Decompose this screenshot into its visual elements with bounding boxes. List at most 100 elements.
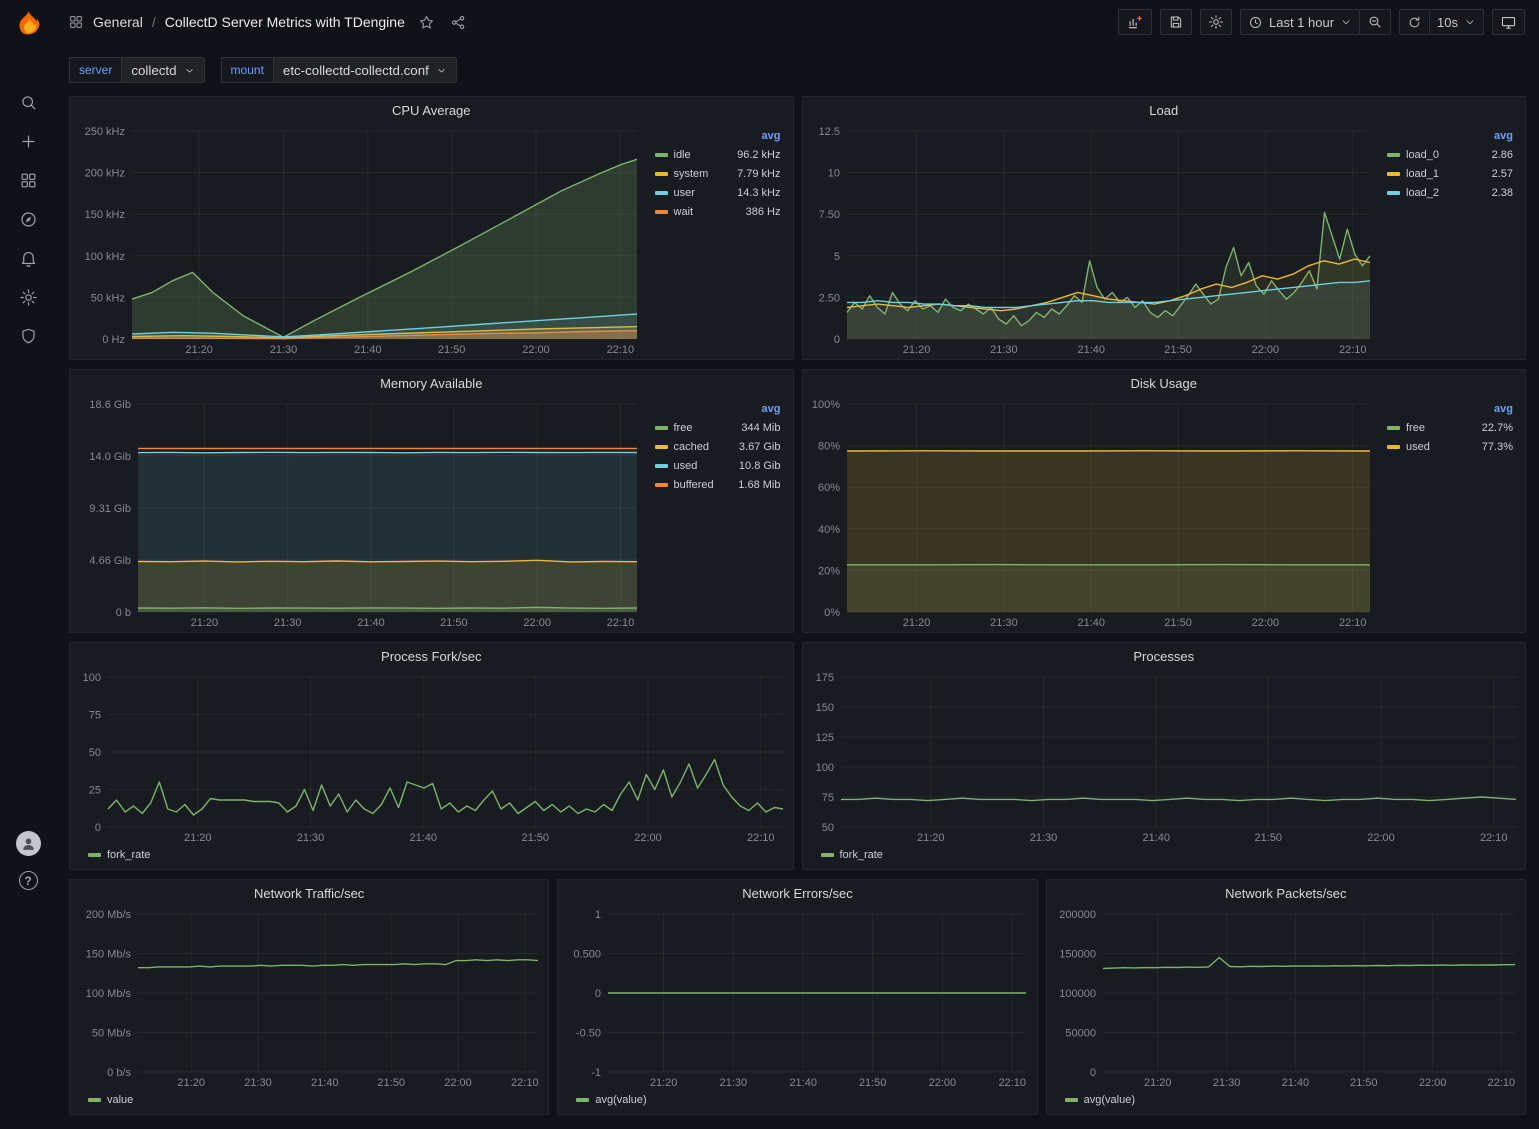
- sidebar-item-configuration[interactable]: [0, 278, 56, 317]
- chevron-down-icon: [1340, 16, 1352, 28]
- panel-title[interactable]: CPU Average: [70, 97, 793, 123]
- sidebar-item-create[interactable]: [0, 122, 56, 161]
- sidebar-item-search[interactable]: [0, 83, 56, 122]
- chart[interactable]: 21:2021:3021:4021:5022:0022:100500001000…: [1053, 906, 1521, 1090]
- legend-item-used[interactable]: used77.3%: [1387, 437, 1513, 456]
- series-swatch: [655, 172, 668, 176]
- legend-item-load_2[interactable]: load_22.38: [1387, 183, 1513, 202]
- panel-title[interactable]: Disk Usage: [803, 370, 1526, 396]
- sidebar-item-dashboards[interactable]: [0, 161, 56, 200]
- time-range-picker[interactable]: Last 1 hour: [1240, 9, 1360, 35]
- star-dashboard-button[interactable]: [416, 12, 437, 33]
- sidebar-item-help[interactable]: ?: [19, 871, 38, 890]
- legend-item-free[interactable]: free22.7%: [1387, 418, 1513, 437]
- legend-item-load_1[interactable]: load_12.57: [1387, 164, 1513, 183]
- series-swatch: [655, 426, 668, 430]
- dashboard-settings-button[interactable]: [1200, 9, 1232, 35]
- x-tick-label: 21:50: [377, 1077, 405, 1089]
- chart[interactable]: 21:2021:3021:4021:5022:0022:100 Hz50 kHz…: [76, 123, 643, 357]
- legend-item-free[interactable]: free344 Mib: [655, 418, 781, 437]
- sidebar-item-server-admin[interactable]: [0, 317, 56, 356]
- panel-network-packets: Network Packets/sec 21:2021:3021:4021:50…: [1046, 879, 1526, 1115]
- legend-item-buffered[interactable]: buffered1.68 Mib: [655, 475, 781, 494]
- variable-value-dropdown[interactable]: etc-collectd-collectd.conf: [273, 57, 457, 83]
- legend-item-used[interactable]: used10.8 Gib: [655, 456, 781, 475]
- legend-item-avg(value)[interactable]: avg(value): [1065, 1091, 1135, 1110]
- chart[interactable]: 21:2021:3021:4021:5022:0022:105075100125…: [809, 669, 1522, 845]
- share-dashboard-button[interactable]: [448, 12, 469, 33]
- legend-item-user[interactable]: user14.3 kHz: [655, 183, 781, 202]
- save-dashboard-button[interactable]: [1160, 9, 1192, 35]
- x-tick-label: 21:40: [1142, 832, 1170, 844]
- legend-item-cached[interactable]: cached3.67 Gib: [655, 437, 781, 456]
- chart[interactable]: 21:2021:3021:4021:5022:0022:100 b4.66 Gi…: [76, 396, 643, 630]
- breadcrumb-folder[interactable]: General: [93, 14, 143, 30]
- y-tick-label: 150 kHz: [85, 209, 125, 221]
- series-name: value: [107, 1094, 133, 1106]
- legend-item-wait[interactable]: wait386 Hz: [655, 202, 781, 221]
- chart-svg: 21:2021:3021:4021:5022:0022:100500001000…: [1053, 906, 1521, 1090]
- x-tick-label: 21:40: [1281, 1077, 1309, 1089]
- gear-icon: [19, 288, 38, 307]
- x-tick-label: 22:10: [1338, 344, 1366, 356]
- sidebar-item-alerting[interactable]: [0, 239, 56, 278]
- chart[interactable]: 21:2021:3021:4021:5022:0022:1002.5057.50…: [809, 123, 1376, 357]
- x-tick-label: 21:50: [522, 832, 550, 844]
- variable-mount: mount etc-collectd-collectd.conf: [221, 57, 457, 83]
- y-tick-label: 50000: [1065, 1028, 1096, 1040]
- legend-item-avg(value)[interactable]: avg(value): [576, 1091, 646, 1110]
- y-tick-label: 18.6 Gib: [89, 399, 131, 411]
- x-tick-label: 22:10: [1479, 832, 1507, 844]
- series-name: user: [674, 187, 695, 199]
- refresh-interval-label: 10s: [1437, 15, 1458, 30]
- legend-item-fork_rate[interactable]: fork_rate: [88, 846, 150, 865]
- chart[interactable]: 21:2021:3021:4021:5022:0022:10-1-0.5000.…: [564, 906, 1032, 1090]
- chart[interactable]: 21:2021:3021:4021:5022:0022:100 b/s50 Mb…: [76, 906, 544, 1090]
- x-tick-label: 21:40: [1077, 617, 1105, 629]
- sidebar-item-explore[interactable]: [0, 200, 56, 239]
- series-name: avg(value): [595, 1094, 646, 1106]
- panel-title[interactable]: Network Traffic/sec: [70, 880, 548, 906]
- panel-title[interactable]: Network Packets/sec: [1047, 880, 1525, 906]
- legend-item-fork_rate[interactable]: fork_rate: [821, 846, 883, 865]
- grafana-logo[interactable]: [11, 7, 45, 41]
- legend-item-system[interactable]: system7.79 kHz: [655, 164, 781, 183]
- panel-title[interactable]: Network Errors/sec: [558, 880, 1036, 906]
- main-area: General / CollectD Server Metrics with T…: [56, 0, 1539, 1129]
- x-tick-label: 21:50: [440, 617, 468, 629]
- legend-item-value[interactable]: value: [88, 1091, 133, 1110]
- time-range-label: Last 1 hour: [1269, 15, 1334, 30]
- chart[interactable]: 21:2021:3021:4021:5022:0022:100255075100: [76, 669, 789, 845]
- dashboard-title[interactable]: CollectD Server Metrics with TDengine: [165, 14, 405, 30]
- add-panel-button[interactable]: [1118, 9, 1152, 35]
- series-name: used: [1406, 441, 1430, 453]
- cycle-view-mode-button[interactable]: [1492, 9, 1525, 35]
- panel-title[interactable]: Process Fork/sec: [70, 643, 793, 669]
- top-navbar: General / CollectD Server Metrics with T…: [56, 0, 1539, 44]
- refresh-interval-dropdown[interactable]: 10s: [1429, 9, 1484, 35]
- series-swatch: [1387, 191, 1400, 195]
- series-name: free: [674, 422, 693, 434]
- legend: value: [76, 1090, 544, 1112]
- user-avatar[interactable]: [16, 831, 41, 856]
- chart-svg: 21:2021:3021:4021:5022:0022:100 b/s50 Mb…: [76, 906, 544, 1090]
- refresh-button[interactable]: [1399, 9, 1430, 35]
- panel-network-errors: Network Errors/sec 21:2021:3021:4021:502…: [557, 879, 1037, 1115]
- legend-item-load_0[interactable]: load_02.86: [1387, 145, 1513, 164]
- series-line-fork_rate: [841, 797, 1516, 801]
- x-tick-label: 22:00: [1367, 832, 1395, 844]
- chart[interactable]: 21:2021:3021:4021:5022:0022:100%20%40%60…: [809, 396, 1376, 630]
- panel-title[interactable]: Memory Available: [70, 370, 793, 396]
- series-swatch: [1387, 445, 1400, 449]
- y-tick-label: 100: [83, 672, 101, 684]
- x-tick-label: 21:50: [438, 344, 466, 356]
- panel-title[interactable]: Load: [803, 97, 1526, 123]
- chart-svg: 21:2021:3021:4021:5022:0022:105075100125…: [809, 669, 1522, 845]
- series-swatch: [88, 853, 101, 857]
- y-tick-label: 150 Mb/s: [86, 949, 132, 961]
- legend-item-idle[interactable]: idle96.2 kHz: [655, 145, 781, 164]
- panel-title[interactable]: Processes: [803, 643, 1526, 669]
- variable-value-dropdown[interactable]: collectd: [121, 57, 204, 83]
- x-tick-label: 22:00: [1251, 344, 1279, 356]
- zoom-out-button[interactable]: [1359, 9, 1391, 35]
